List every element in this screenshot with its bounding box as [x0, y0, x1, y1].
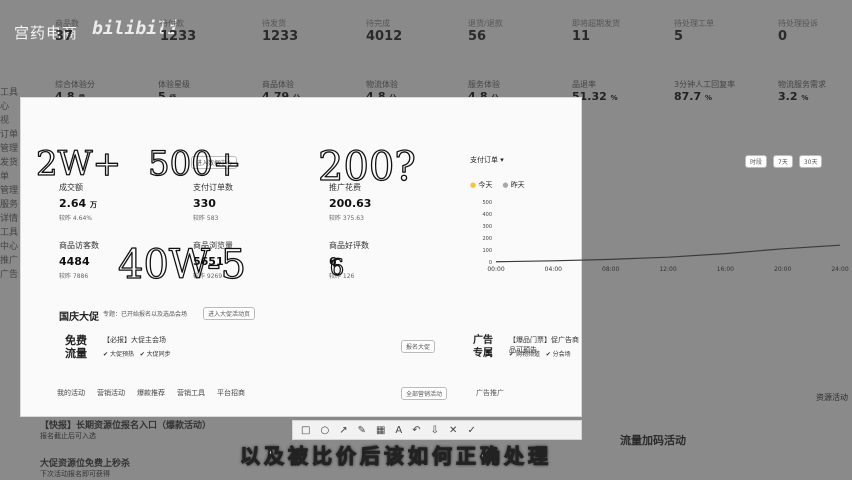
handwriting-6: 6 — [330, 256, 344, 281]
video-subtitle: 以及被比价后该如何正确处理 — [240, 444, 552, 469]
handwriting-2w: 2W+ — [36, 144, 121, 184]
handwriting-overlay: 2W+ 500+ 200? 40W-5 6 — [35, 143, 416, 288]
handwriting-500: 500+ — [148, 144, 241, 184]
handwriting-40w: 40W-5 — [118, 242, 246, 288]
handwriting-200: 200? — [318, 144, 416, 190]
